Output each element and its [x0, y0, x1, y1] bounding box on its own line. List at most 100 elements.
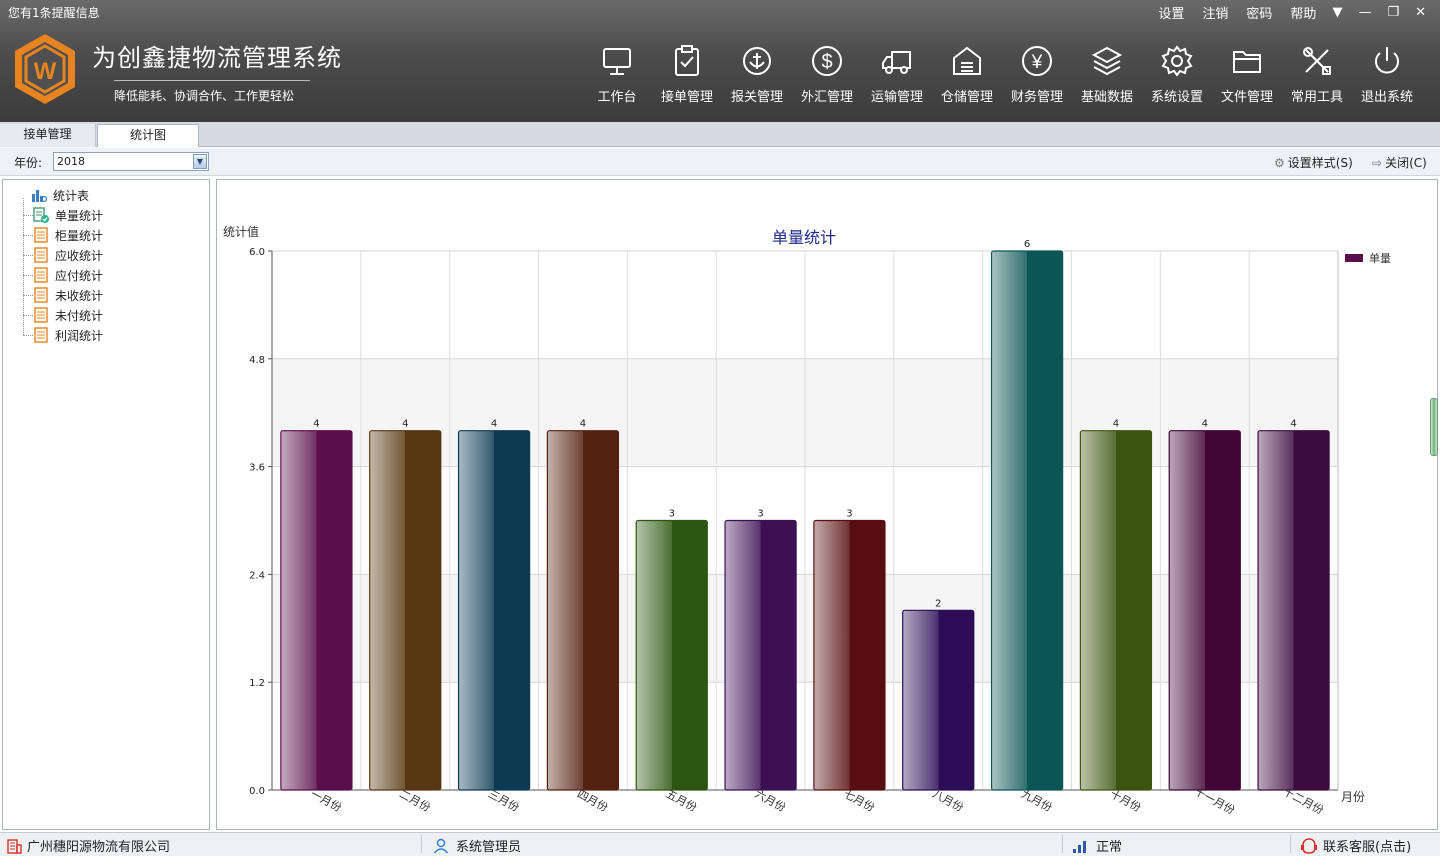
bar-2[interactable]: [369, 430, 442, 791]
y-tick-label: 4.8: [249, 355, 265, 366]
bar-value-label: 4: [1290, 419, 1296, 430]
y-tick-label: 0.0: [249, 786, 265, 797]
nav-warehouse[interactable]: 仓储管理: [932, 40, 1002, 105]
tab-statistics-chart[interactable]: 统计图: [97, 124, 199, 147]
nav-orders[interactable]: 接单管理: [652, 40, 722, 105]
y-axis-label: 统计值: [223, 224, 259, 239]
nav-label: 常用工具: [1290, 90, 1343, 105]
tree-root-statistics[interactable]: 统计表: [31, 186, 89, 204]
report-icon: [34, 287, 48, 303]
tree-item-receivable[interactable]: 应收统计: [33, 246, 103, 264]
user-name: 系统管理员: [456, 840, 522, 855]
nav-finance[interactable]: ¥ 财务管理: [1002, 40, 1072, 105]
app-title: 为创鑫捷物流管理系统: [92, 44, 342, 72]
anchor-icon: [743, 47, 771, 75]
app-header: 您有1条提醒信息 设置 注销 密码 帮助 ▼ — ❐ ✕ W 为创鑫捷物流管理系…: [0, 0, 1440, 122]
tree-item-unpaid[interactable]: 未付统计: [33, 306, 103, 324]
toolbar: 年份: 2018 ▼ ⚙ 设置样式(S) ⇨ 关闭(C): [0, 148, 1440, 176]
status-divider: [1062, 835, 1063, 853]
tree-label: 未收统计: [55, 288, 104, 303]
status-connection: 正常: [1072, 836, 1122, 855]
tree-line: [23, 315, 33, 316]
settings-link[interactable]: 设置: [1158, 3, 1184, 22]
status-divider: [421, 835, 422, 853]
bar-4[interactable]: [546, 430, 620, 791]
menu-dropdown-icon[interactable]: ▼: [1332, 5, 1342, 20]
nav-label: 仓储管理: [940, 90, 993, 105]
x-tick-label: 四月份: [575, 787, 610, 814]
bar-10[interactable]: [1079, 430, 1153, 791]
bar-12[interactable]: [1257, 430, 1330, 791]
bar-8[interactable]: [902, 609, 975, 791]
tree-label: 单量统计: [55, 208, 104, 223]
scroll-handle[interactable]: [1430, 398, 1438, 456]
nav-customs[interactable]: 报关管理: [722, 40, 792, 105]
tab-order-management[interactable]: 接单管理: [0, 124, 96, 147]
logout-link[interactable]: 注销: [1202, 3, 1228, 22]
nav-tools[interactable]: 常用工具: [1282, 40, 1352, 105]
help-link[interactable]: 帮助: [1290, 3, 1316, 22]
tree-label: 应付统计: [55, 268, 104, 283]
gear-icon: [1161, 45, 1193, 77]
y-tick-label: 2.4: [249, 570, 265, 581]
bar-5[interactable]: [635, 519, 708, 791]
bar-6[interactable]: [724, 519, 797, 791]
status-divider: [1290, 835, 1291, 853]
year-label: 年份:: [14, 156, 43, 170]
set-style-button[interactable]: ⚙ 设置样式(S): [1274, 154, 1353, 171]
tree-item-container-count[interactable]: 柜量统计: [33, 226, 103, 244]
x-tick-label: 五月份: [664, 787, 699, 814]
bar-11[interactable]: [1168, 430, 1241, 791]
yen-icon: ¥: [1022, 46, 1052, 76]
bar-1[interactable]: [280, 430, 353, 791]
status-company: 广州穗阳源物流有限公司: [6, 836, 170, 855]
nav-label: 系统设置: [1150, 90, 1203, 105]
nav-label: 接单管理: [660, 90, 713, 105]
tree-label: 未付统计: [55, 308, 104, 323]
year-select[interactable]: 2018 ▼: [53, 152, 209, 171]
tree-item-uncollected[interactable]: 未收统计: [33, 286, 103, 304]
y-tick-label: 1.2: [249, 678, 265, 689]
password-link[interactable]: 密码: [1246, 3, 1272, 22]
notice-text[interactable]: 您有1条提醒信息: [8, 4, 100, 21]
building-icon: [7, 838, 22, 854]
bar-3[interactable]: [457, 430, 531, 791]
report-icon: [34, 267, 48, 283]
nav-label: 外汇管理: [800, 90, 853, 105]
bar-value-label: 3: [669, 509, 675, 520]
bar-chart-icon: [32, 190, 47, 203]
nav-label: 财务管理: [1010, 90, 1063, 105]
tree-item-profit[interactable]: 利润统计: [33, 326, 103, 344]
nav-files[interactable]: 文件管理: [1212, 40, 1282, 105]
svg-text:¥: ¥: [1031, 52, 1043, 73]
tree-label: 应收统计: [55, 248, 104, 263]
status-user: 系统管理员: [433, 836, 521, 855]
nav-workbench[interactable]: 工作台: [582, 40, 652, 105]
signal-icon: [1073, 840, 1086, 853]
x-tick-label: 六月份: [753, 787, 788, 814]
tree-item-payable[interactable]: 应付统计: [33, 266, 103, 284]
bar-value-label: 4: [1113, 419, 1119, 430]
folder-icon: [1233, 51, 1261, 73]
nav-transport[interactable]: 运输管理: [862, 40, 932, 105]
nav-basedata[interactable]: 基础数据: [1072, 40, 1142, 105]
close-button[interactable]: ⇨ 关闭(C): [1372, 154, 1427, 171]
legend-label: 单量: [1369, 252, 1391, 265]
chart-title: 单量统计: [772, 228, 836, 247]
nav-forex[interactable]: $ 外汇管理: [792, 40, 862, 105]
bar-9[interactable]: [990, 250, 1064, 791]
nav-settings[interactable]: 系统设置: [1142, 40, 1212, 105]
restore-icon[interactable]: ❐: [1387, 5, 1399, 20]
contact-support[interactable]: 联系客服(点击): [1300, 836, 1411, 855]
tree-item-order-count[interactable]: 单量统计: [33, 206, 103, 224]
main-nav: 工作台 接单管理 报关管理 $ 外汇管理 运输管理 仓储管理 ¥ 财务管理 基础…: [582, 40, 1422, 105]
nav-exit[interactable]: 退出系统: [1352, 40, 1422, 105]
report-check-icon: [33, 207, 49, 223]
chevron-down-icon[interactable]: ▼: [193, 154, 207, 169]
bar-7[interactable]: [813, 519, 886, 791]
x-tick-label: 一月份: [308, 787, 343, 814]
minimize-icon[interactable]: —: [1358, 5, 1371, 20]
power-icon: [1375, 47, 1399, 74]
close-window-icon[interactable]: ✕: [1415, 5, 1426, 20]
monitor-icon: [603, 48, 631, 75]
